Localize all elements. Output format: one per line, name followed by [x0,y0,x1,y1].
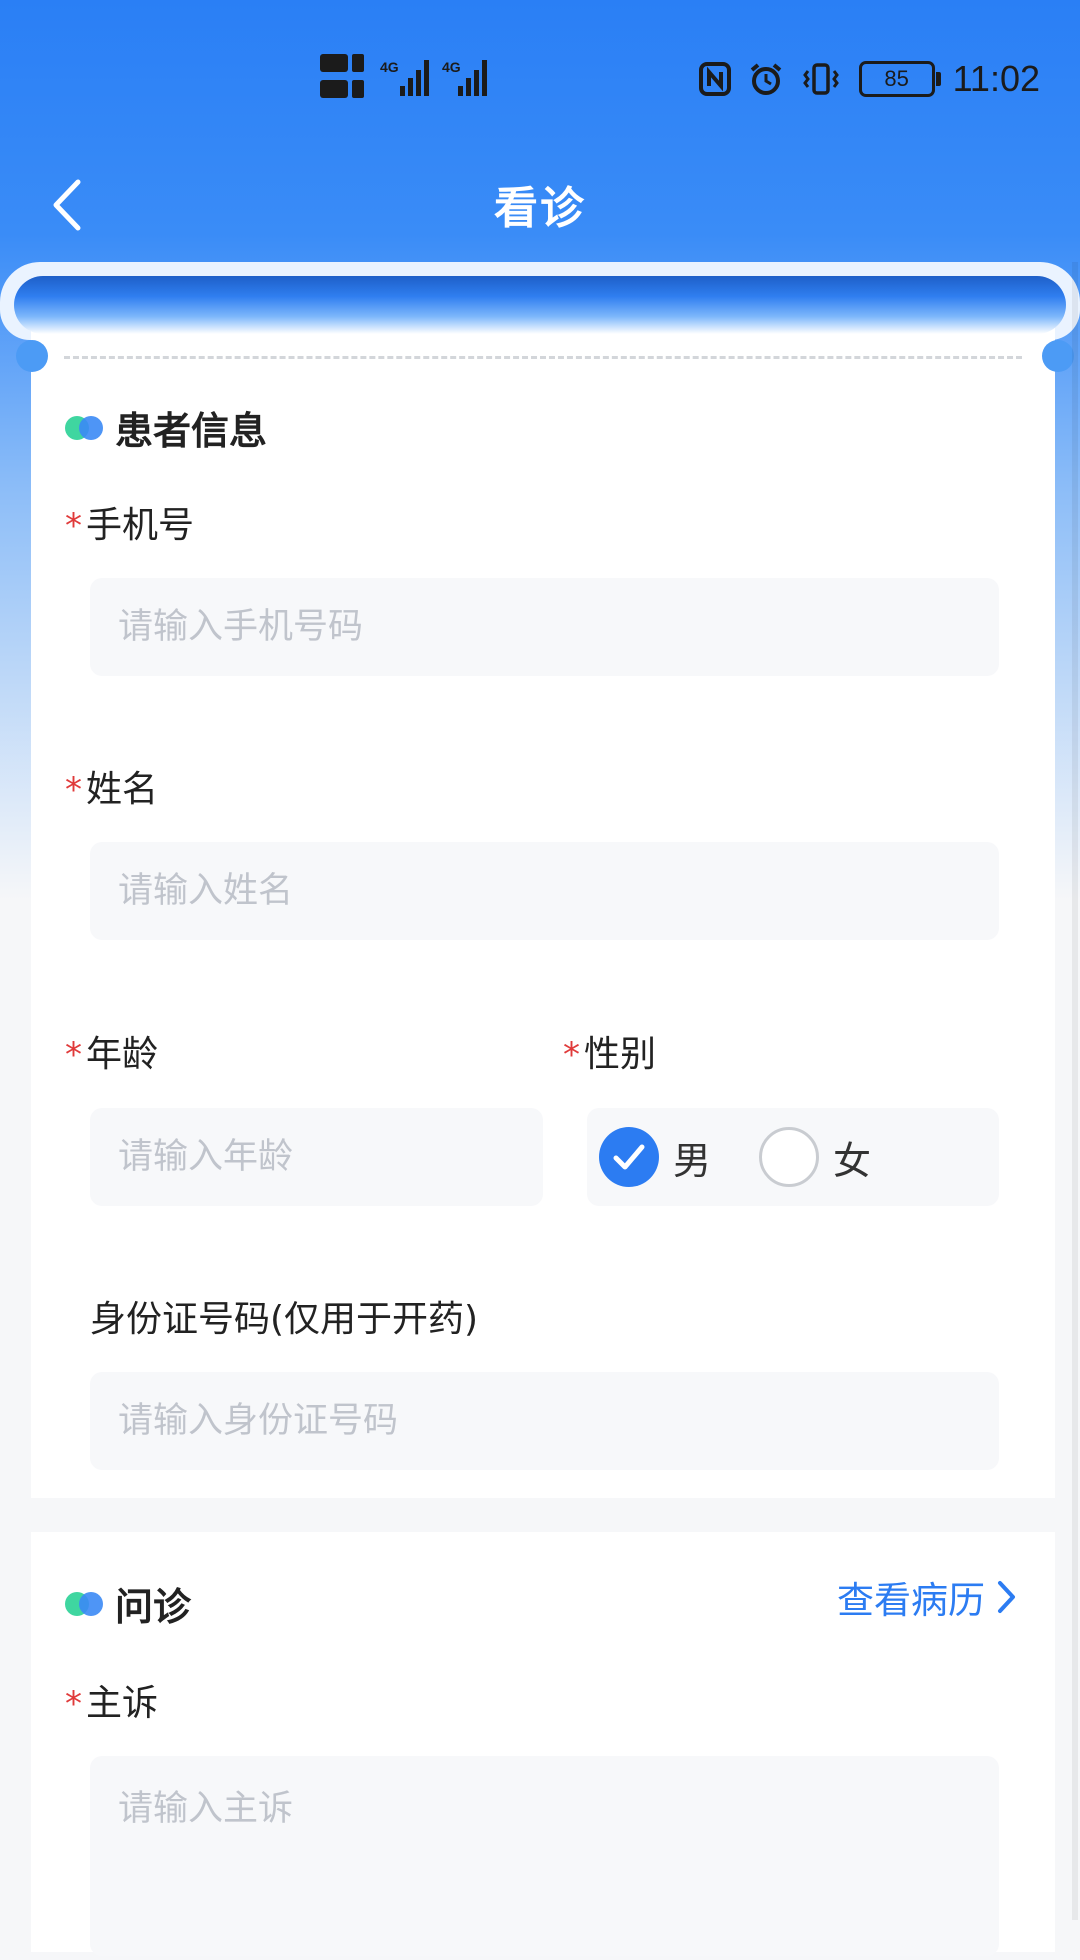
svg-text:4G: 4G [380,59,399,75]
ticket-notch-right [1042,340,1074,372]
id-card-input[interactable] [90,1372,999,1470]
required-mark: * [65,506,82,546]
gender-option-male[interactable]: 男 [599,1127,711,1187]
svg-text:4G: 4G [442,59,461,75]
patient-section-title: 患者信息 [115,409,268,453]
complaint-field-box [90,1756,999,1956]
status-bar: 4G 4G 85 11:02 [0,0,1080,150]
name-input[interactable] [90,842,999,940]
phone-field-box [90,578,999,676]
signal-4g-icon: 4G 4G [320,54,487,98]
ticket-notch-left [16,340,48,372]
section-dots-icon [65,415,105,441]
page-scrollbar[interactable] [1072,262,1078,1920]
consult-card: 问诊 查看病历 * 主诉 [31,1532,1055,1956]
radio-unchecked-icon[interactable] [759,1127,820,1187]
status-time: 11:02 [952,58,1040,99]
required-mark: * [65,770,82,810]
page-title: 看诊 [494,183,586,234]
complaint-label: * 主诉 [65,1683,159,1724]
dashed-divider [64,356,1022,359]
name-field-box [90,842,999,940]
consult-section-title: 问诊 [115,1585,192,1629]
status-right-group: 85 11:02 [698,58,1040,100]
age-field-box [90,1108,543,1206]
gender-radio-group: 男 女 [587,1108,999,1206]
required-mark: * [563,1035,580,1075]
id-card-label: 身份证号码(仅用于开药) [90,1299,479,1340]
complaint-textarea[interactable] [90,1756,999,1956]
vibrate-icon [802,63,839,95]
nav-bar: 看诊 [0,150,1080,260]
consult-section-header: 问诊 [65,1576,191,1631]
name-label: * 姓名 [65,769,159,810]
patient-info-card: 患者信息 *手机号 *姓名 *年龄 *性别 男 女 身份证号码(仅用于开药) [31,320,1055,1498]
required-mark: * [65,1035,82,1075]
id-card-field-box [90,1372,999,1470]
alarm-icon [750,63,781,95]
gender-label: * 性别 [563,1034,657,1075]
view-history-link[interactable]: 查看病历 [837,1570,1021,1624]
required-mark: * [65,1684,82,1724]
section-dots-icon [65,1591,105,1617]
nfc-icon [698,62,731,96]
phone-label: * 手机号 [65,505,195,546]
radio-checked-icon[interactable] [599,1127,659,1187]
patient-section-header: 患者信息 [65,400,267,455]
age-input[interactable] [90,1108,543,1206]
battery-icon: 85 [858,61,941,97]
scroll-decoration-roll [14,276,1066,334]
chevron-right-icon [998,1581,1015,1613]
age-label: * 年龄 [65,1034,159,1075]
gender-option-female[interactable]: 女 [759,1127,871,1187]
phone-input[interactable] [90,578,999,676]
